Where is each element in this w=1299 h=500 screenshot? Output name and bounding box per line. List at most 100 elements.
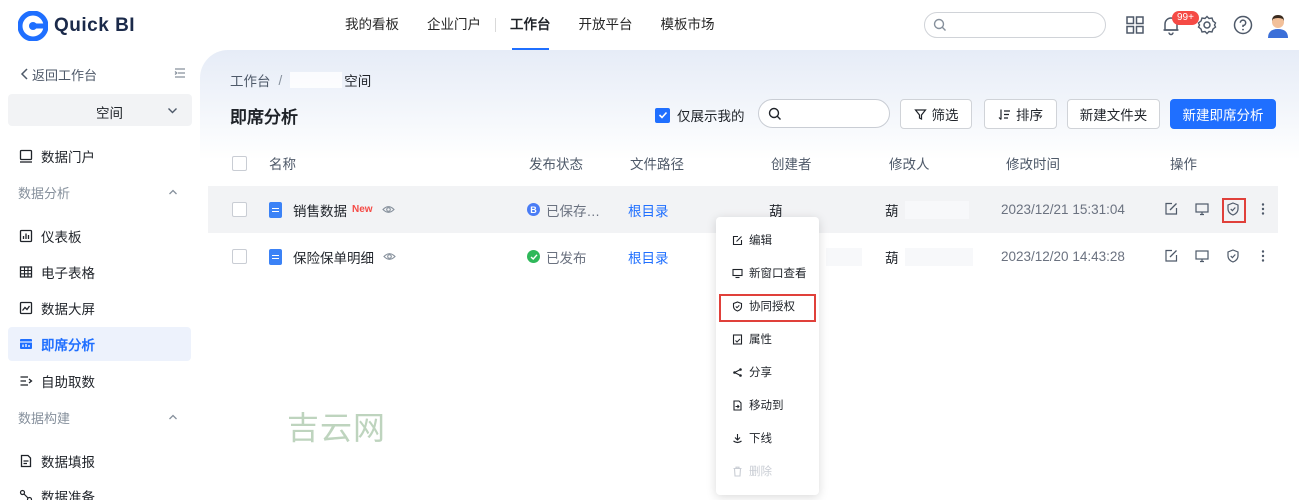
- help-icon[interactable]: [1232, 14, 1254, 36]
- sidebar-item-spreadsheet[interactable]: 电子表格: [8, 255, 191, 289]
- app-logo[interactable]: Quick BI: [18, 11, 135, 41]
- space-selector[interactable]: 空间: [8, 94, 192, 126]
- topnav-my-dashboard[interactable]: 我的看板: [331, 0, 413, 50]
- sidebar-item-ad-hoc-analysis[interactable]: 即席分析: [8, 327, 191, 361]
- monitor-icon[interactable]: [1194, 201, 1210, 217]
- shield-icon[interactable]: [1225, 248, 1241, 264]
- apps-grid-icon[interactable]: [1124, 14, 1146, 36]
- only-mine-checkbox[interactable]: 仅展示我的: [655, 105, 745, 125]
- back-to-workbench[interactable]: 返回工作台: [18, 64, 190, 84]
- col-modifier: 修改人: [889, 157, 930, 172]
- search-icon: [768, 107, 781, 120]
- col-actions: 操作: [1170, 157, 1197, 172]
- menu-item-label: 编辑: [749, 235, 772, 247]
- search-input[interactable]: [758, 99, 890, 128]
- menu-item-label: 移动到: [749, 400, 784, 412]
- menu-item-move-to[interactable]: 移动到: [716, 392, 819, 418]
- file-name-link[interactable]: 销售数据: [293, 200, 347, 220]
- breadcrumb: 工作台 / 空间: [230, 70, 371, 90]
- eye-icon[interactable]: [381, 203, 395, 216]
- data-prep-icon: [19, 489, 33, 500]
- sidebar-item-label: 仪表板: [41, 230, 82, 245]
- sidebar-item-label: 电子表格: [41, 266, 95, 281]
- collab-auth-menu-highlight: [719, 294, 816, 322]
- quickbi-logo-icon: [18, 11, 48, 41]
- topnav-template-market[interactable]: 模板市场: [647, 0, 729, 50]
- edit-icon[interactable]: [1163, 248, 1179, 264]
- sidebar-group-label: 数据分析: [18, 185, 71, 201]
- menu-item-edit[interactable]: 编辑: [716, 227, 819, 253]
- sidebar-item-label: 即席分析: [41, 338, 95, 353]
- eye-icon[interactable]: [383, 250, 396, 263]
- path-link[interactable]: 根目录: [628, 247, 669, 267]
- user-avatar[interactable]: [1265, 12, 1291, 38]
- new-analysis-label: 新建即席分析: [1182, 108, 1264, 123]
- more-vertical-icon[interactable]: [1255, 201, 1271, 217]
- page-title: 即席分析: [230, 108, 298, 127]
- new-tag: New: [352, 204, 373, 215]
- published-status-icon: [527, 250, 540, 263]
- space-name: 空间: [96, 106, 123, 121]
- gear-icon[interactable]: [1196, 14, 1218, 36]
- edit-icon: [732, 235, 743, 245]
- only-mine-label: 仅展示我的: [677, 109, 745, 124]
- new-folder-label: 新建文件夹: [1079, 108, 1148, 123]
- sidebar-item-data-prep[interactable]: 数据准备: [8, 479, 191, 500]
- chevron-down-icon: [168, 108, 177, 114]
- menu-item-offline[interactable]: 下线: [716, 425, 819, 451]
- sidebar-item-data-screen[interactable]: 数据大屏: [8, 291, 191, 325]
- menu-item-label: 分享: [749, 367, 772, 379]
- menu-item-label: 下线: [749, 433, 772, 445]
- sidebar-item-label: 自助取数: [41, 375, 95, 390]
- chevron-up-icon: [169, 414, 177, 420]
- new-ad-hoc-analysis-button[interactable]: 新建即席分析: [1170, 99, 1276, 129]
- sidebar-item-dashboard[interactable]: 仪表板: [8, 219, 191, 253]
- ad-hoc-analysis-icon: [20, 339, 32, 349]
- global-search-input[interactable]: [924, 12, 1106, 38]
- row-checkbox[interactable]: [232, 249, 247, 264]
- document-icon: [269, 201, 282, 218]
- sidebar-group-data-analysis[interactable]: 数据分析: [18, 182, 178, 202]
- topnav-workbench[interactable]: 工作台: [496, 0, 565, 50]
- sidebar-item-label: 数据填报: [41, 455, 95, 470]
- app-name: Quick BI: [54, 15, 136, 36]
- watermark: 吉云网: [287, 409, 387, 447]
- col-modified-time: 修改时间: [1006, 157, 1060, 172]
- menu-item-properties[interactable]: 属性: [716, 326, 819, 352]
- chevron-left-icon: [20, 68, 28, 80]
- status-text: 已保存…: [546, 203, 600, 219]
- topnav-portal[interactable]: 企业门户: [413, 0, 495, 50]
- property-icon: [732, 333, 743, 345]
- edit-icon[interactable]: [1163, 201, 1179, 217]
- collapse-sidebar-icon[interactable]: [174, 67, 186, 79]
- path-link[interactable]: 根目录: [628, 200, 669, 220]
- portal-icon: [19, 149, 33, 163]
- filter-icon: [913, 108, 927, 120]
- filter-button[interactable]: 筛选: [900, 99, 972, 129]
- menu-item-share[interactable]: 分享: [716, 359, 819, 385]
- new-folder-button[interactable]: 新建文件夹: [1067, 99, 1160, 129]
- row-checkbox[interactable]: [232, 202, 247, 217]
- modifier-name: 葫: [885, 203, 899, 219]
- sidebar-item-self-service[interactable]: 自助取数: [8, 364, 191, 398]
- file-name-link[interactable]: 保险保单明细: [293, 247, 374, 267]
- checkbox-checked-icon: [655, 107, 670, 123]
- sidebar-item-data-portal[interactable]: 数据门户: [8, 139, 191, 173]
- sort-button[interactable]: 排序: [984, 99, 1057, 129]
- delete-icon: [733, 466, 742, 477]
- breadcrumb-root[interactable]: 工作台: [230, 70, 271, 90]
- breadcrumb-separator: /: [278, 72, 283, 88]
- monitor-icon[interactable]: [1194, 248, 1210, 264]
- topnav-open-platform[interactable]: 开放平台: [565, 0, 647, 50]
- select-all-checkbox[interactable]: [232, 155, 247, 171]
- notification-badge: 99+: [1172, 11, 1199, 25]
- sort-icon: [998, 109, 1010, 120]
- sidebar-group-data-build[interactable]: 数据构建: [18, 407, 178, 427]
- sidebar-item-data-fill[interactable]: 数据填报: [8, 444, 191, 478]
- sidebar-item-label: 数据门户: [41, 150, 95, 165]
- menu-item-label: 删除: [749, 466, 772, 478]
- menu-item-new-window[interactable]: 新窗口查看: [716, 260, 819, 286]
- share-icon: [733, 367, 742, 377]
- filter-label: 筛选: [931, 108, 959, 123]
- more-vertical-icon[interactable]: [1255, 248, 1271, 264]
